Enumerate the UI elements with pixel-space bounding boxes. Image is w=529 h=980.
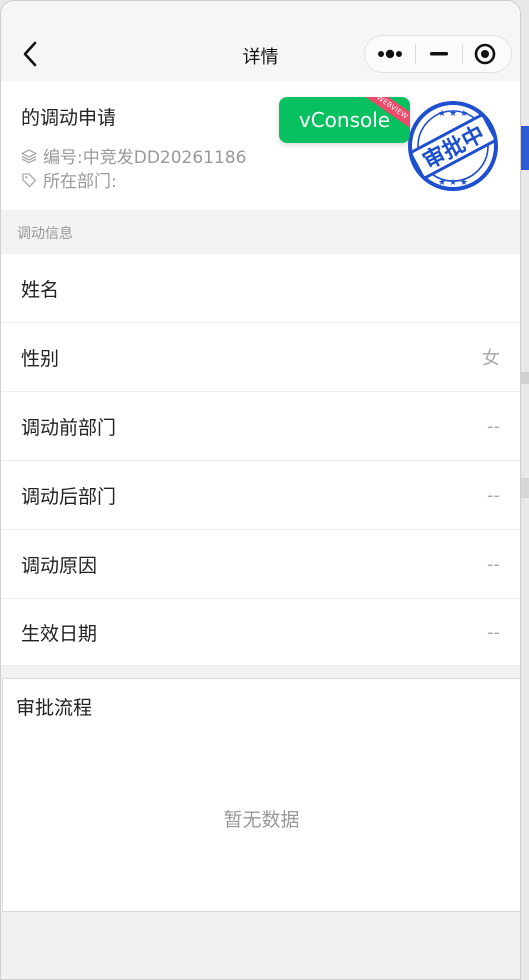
info-row-effective-date: 生效日期 --	[1, 599, 520, 665]
department-label: 所在部门:	[43, 172, 117, 192]
target-close-icon	[474, 43, 496, 65]
empty-state-text: 暂无数据	[223, 809, 300, 831]
row-value: 女	[482, 348, 500, 369]
approval-status-stamp: ★ ★ ★ ★ ★ ★ 审批中	[406, 99, 500, 193]
more-dots-icon	[378, 49, 402, 59]
vconsole-label: vConsole	[298, 108, 391, 132]
more-button[interactable]	[365, 36, 415, 72]
layers-icon	[21, 148, 37, 163]
code-label: 编号:	[43, 148, 83, 168]
info-row-to-department: 调动后部门 --	[1, 461, 520, 530]
background-blue-strip	[521, 126, 529, 170]
section-label: 调动信息	[17, 226, 73, 242]
minimize-icon	[430, 52, 448, 56]
vconsole-button[interactable]: vConsole WEBVIEW	[279, 97, 410, 143]
capsule-menu	[364, 35, 512, 73]
minimize-button[interactable]	[416, 36, 462, 72]
background-gray-strip	[521, 478, 529, 498]
row-label: 调动前部门	[21, 416, 117, 439]
row-value: --	[487, 484, 500, 506]
row-value: --	[487, 553, 500, 575]
svg-text:★ ★ ★: ★ ★ ★	[438, 109, 468, 119]
navigation-bar: 详情	[1, 1, 520, 81]
info-row-from-department: 调动前部门 --	[1, 392, 520, 461]
application-code-row: 编号: 中竞发DD20261186	[21, 143, 246, 168]
background-gray-strip	[521, 372, 529, 384]
info-row-name: 姓名	[1, 254, 520, 323]
row-label: 生效日期	[21, 622, 98, 645]
info-row-reason: 调动原因 --	[1, 530, 520, 599]
bottom-area	[1, 912, 520, 979]
row-value: --	[487, 621, 500, 643]
row-label: 调动后部门	[21, 485, 117, 508]
application-header: 的调动申请 编号: 中竞发DD20261186 所在部门: ★ ★ ★ ★ ★ …	[1, 81, 520, 210]
row-label: 调动原因	[21, 554, 98, 577]
close-button[interactable]	[463, 36, 511, 72]
stamp-seal-icon: ★ ★ ★ ★ ★ ★ 审批中	[408, 101, 498, 191]
row-value: --	[487, 415, 500, 437]
svg-text:★ ★ ★: ★ ★ ★	[438, 178, 468, 188]
row-label: 性别	[21, 347, 60, 370]
row-label: 姓名	[21, 278, 60, 301]
approval-flow-card: 审批流程 暂无数据	[2, 678, 520, 912]
mini-program-window: 详情 的调动申请 编号: 中竞发DD20261186 所在部门: ★ ★ ★ ★…	[0, 0, 521, 980]
approval-flow-title: 审批流程	[16, 697, 93, 719]
info-row-gender: 性别 女	[1, 323, 520, 392]
department-row: 所在部门:	[21, 167, 117, 192]
application-title: 的调动申请	[21, 107, 117, 129]
code-value: 中竞发DD20261186	[82, 148, 247, 168]
tag-icon	[22, 172, 37, 187]
transfer-info-list: 姓名 性别 女 调动前部门 -- 调动后部门 -- 调动原因 -- 生效日期 -…	[1, 254, 520, 665]
